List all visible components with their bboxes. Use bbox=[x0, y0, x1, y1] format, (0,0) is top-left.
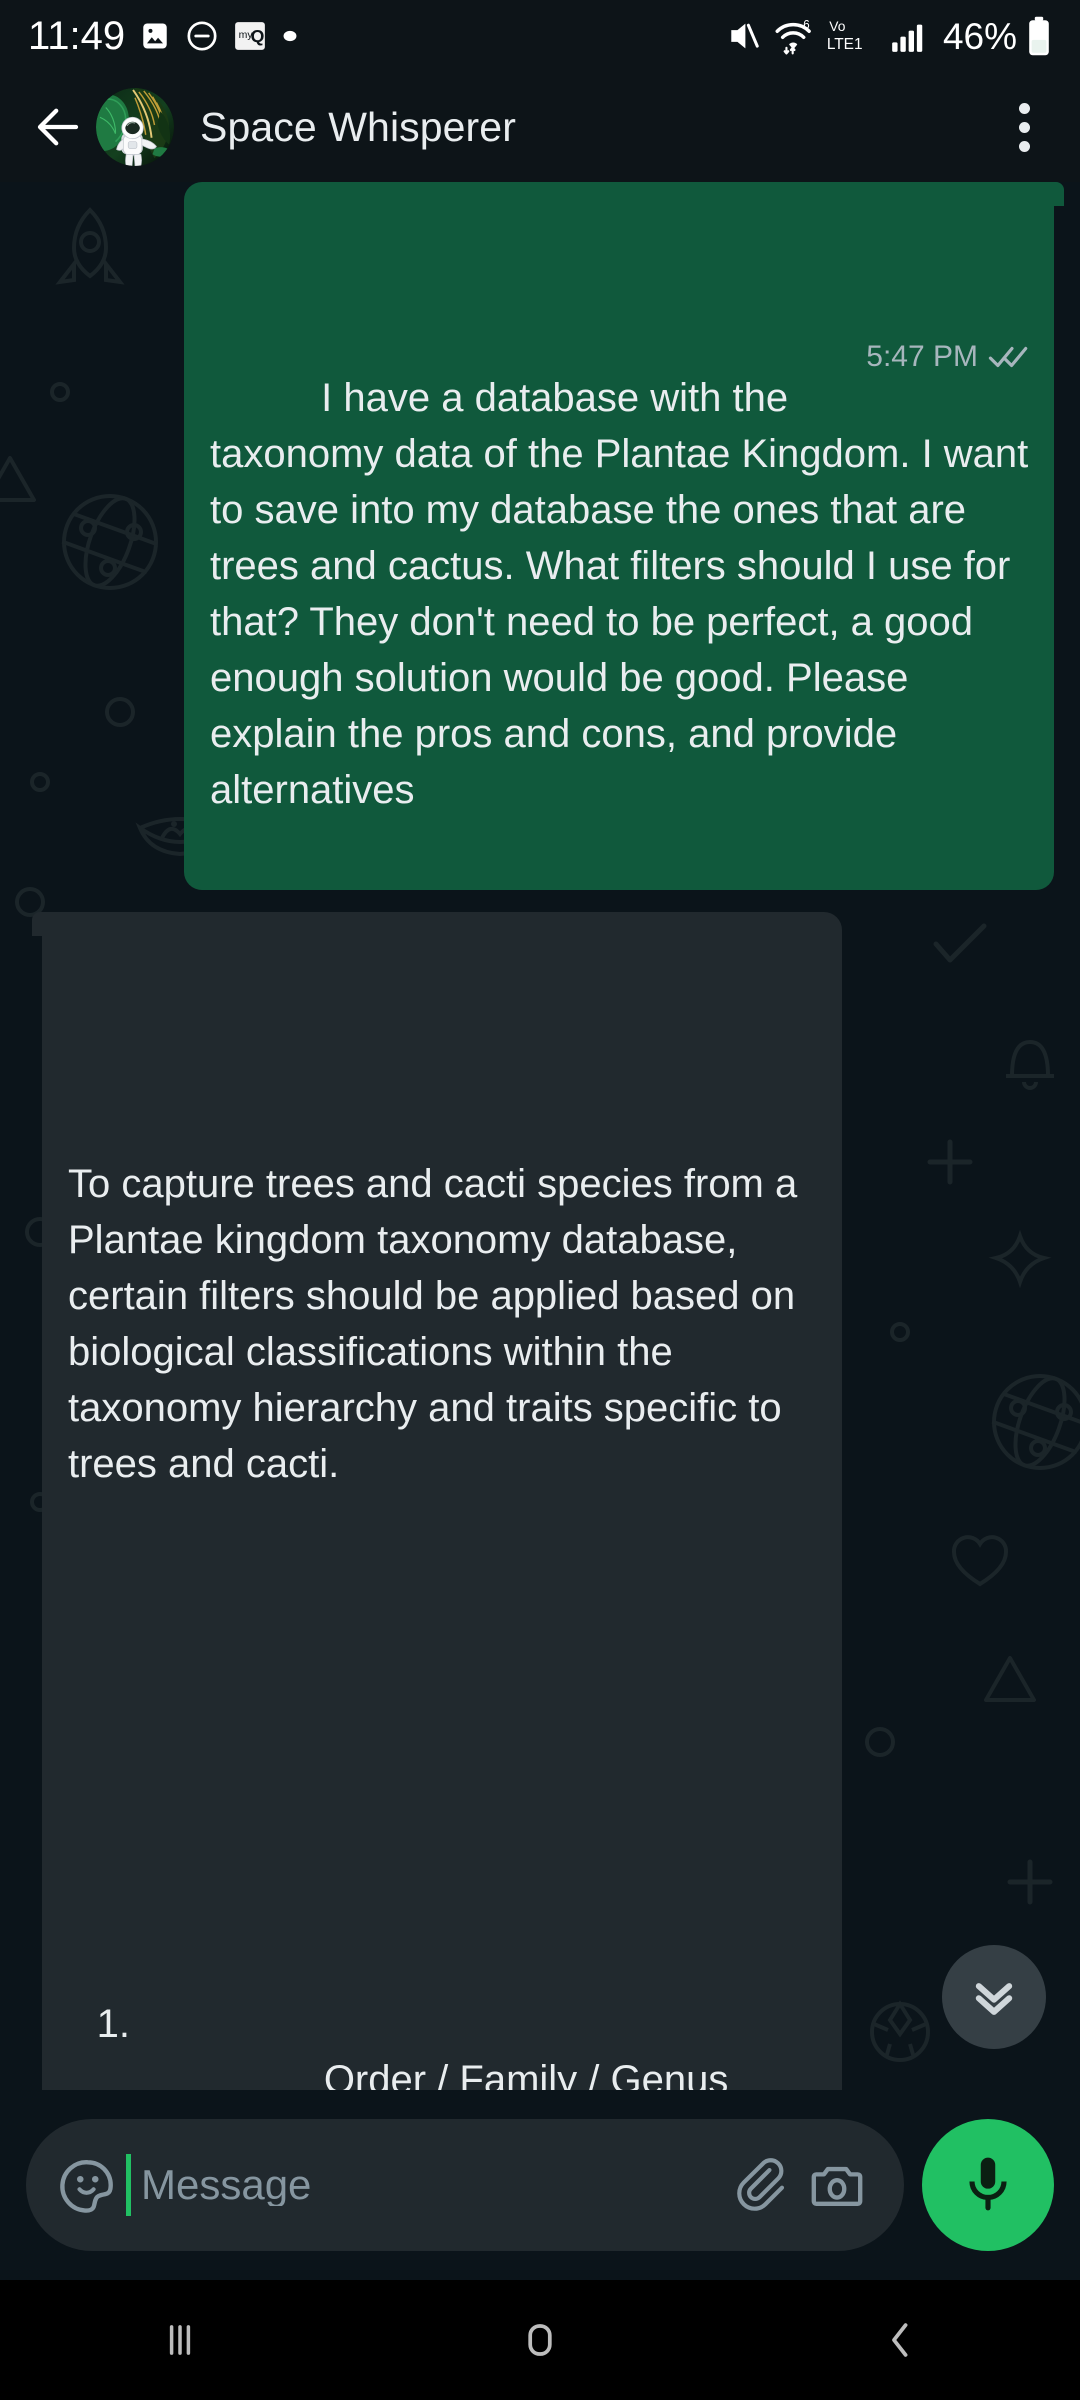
home-icon bbox=[528, 2324, 552, 2356]
wifi-generation-label: 6 bbox=[803, 19, 809, 31]
ordered-list: 1. Order / Family / Genus Filter: Focus … bbox=[68, 1884, 818, 2090]
chat-message-list[interactable]: 5:47 PM I have a database with the taxon… bbox=[0, 182, 1080, 2090]
chevron-left-icon bbox=[892, 2323, 908, 2357]
sticker-emoji-icon[interactable] bbox=[56, 2153, 120, 2217]
menu-dot-icon bbox=[1018, 102, 1030, 114]
back-nav-button[interactable] bbox=[825, 2280, 975, 2400]
status-bar: 11:49 my Q 6 Vo LTE1 46% bbox=[0, 0, 1080, 72]
status-clock: 11:49 bbox=[28, 14, 126, 58]
overflow-menu-button[interactable] bbox=[994, 89, 1054, 165]
bubble-tail-icon bbox=[26, 912, 46, 938]
recents-icon bbox=[169, 2325, 191, 2355]
back-button[interactable] bbox=[26, 95, 90, 159]
scroll-to-bottom-button[interactable] bbox=[942, 1945, 1046, 2049]
avatar-image bbox=[96, 88, 174, 166]
incoming-paragraph-1: To capture trees and cacti species from … bbox=[68, 1162, 809, 1486]
menu-dot-icon bbox=[1018, 140, 1030, 152]
android-navigation-bar bbox=[0, 2280, 1080, 2400]
voice-record-button[interactable] bbox=[922, 2119, 1054, 2251]
message-placeholder: Message bbox=[141, 2164, 312, 2206]
microphone-icon bbox=[957, 2152, 1019, 2219]
mute-icon bbox=[724, 17, 762, 55]
contact-name[interactable]: Space Whisperer bbox=[200, 104, 516, 151]
myq-app-icon: my Q bbox=[233, 19, 267, 53]
svg-text:Q: Q bbox=[251, 26, 265, 46]
svg-text:Vo: Vo bbox=[829, 18, 845, 34]
status-bar-left: 11:49 my Q bbox=[28, 16, 299, 56]
battery-icon bbox=[1026, 15, 1052, 57]
message-meta: 5:47 PM bbox=[866, 340, 1030, 374]
double-check-icon bbox=[988, 344, 1030, 370]
message-input[interactable]: Message bbox=[126, 2119, 720, 2251]
do-not-disturb-icon bbox=[185, 19, 219, 53]
phone-screen: 11:49 my Q 6 Vo LTE1 46% Space Whisperer… bbox=[0, 0, 1080, 2400]
signal-icon bbox=[887, 17, 929, 55]
svg-text:LTE1: LTE1 bbox=[827, 36, 863, 53]
message-row-incoming: To capture trees and cacti species from … bbox=[0, 912, 1080, 2090]
bubble-tail-icon bbox=[1050, 182, 1070, 208]
volte-icon: Vo LTE1 bbox=[826, 16, 878, 56]
recents-button[interactable] bbox=[105, 2280, 255, 2400]
message-row-outgoing: 5:47 PM I have a database with the taxon… bbox=[0, 182, 1080, 890]
text-cursor bbox=[126, 2154, 131, 2216]
outgoing-message-text: I have a database with the taxonomy data… bbox=[210, 376, 1040, 812]
avatar[interactable] bbox=[96, 88, 174, 166]
image-icon bbox=[139, 20, 171, 52]
camera-icon[interactable] bbox=[802, 2150, 872, 2220]
dot-icon bbox=[281, 27, 299, 45]
battery-percent-label: 46% bbox=[942, 15, 1017, 57]
wifi-icon: 6 bbox=[771, 16, 817, 56]
home-button[interactable] bbox=[465, 2280, 615, 2400]
message-input-pill[interactable]: Message bbox=[26, 2119, 904, 2251]
status-bar-right: 6 Vo LTE1 46% bbox=[724, 15, 1052, 57]
paperclip-icon[interactable] bbox=[726, 2150, 796, 2220]
incoming-message-bubble[interactable]: To capture trees and cacti species from … bbox=[32, 912, 842, 2090]
messages-container: 5:47 PM I have a database with the taxon… bbox=[0, 182, 1080, 2090]
menu-dot-icon bbox=[1018, 121, 1030, 133]
list-item-number: 1. bbox=[96, 2002, 130, 2046]
double-chevron-down-icon bbox=[966, 1967, 1022, 2028]
message-input-bar: Message bbox=[0, 2090, 1080, 2280]
list-item-title: Order / Family / Genus Filter: bbox=[323, 2058, 729, 2090]
list-item-body: Order / Family / Genus Filter: Focus on … bbox=[146, 1996, 818, 2090]
list-item: 1. Order / Family / Genus Filter: Focus … bbox=[68, 1996, 818, 2090]
message-timestamp: 5:47 PM bbox=[866, 340, 978, 373]
chat-header: Space Whisperer bbox=[0, 72, 1080, 182]
outgoing-message-bubble[interactable]: 5:47 PM I have a database with the taxon… bbox=[184, 182, 1064, 890]
